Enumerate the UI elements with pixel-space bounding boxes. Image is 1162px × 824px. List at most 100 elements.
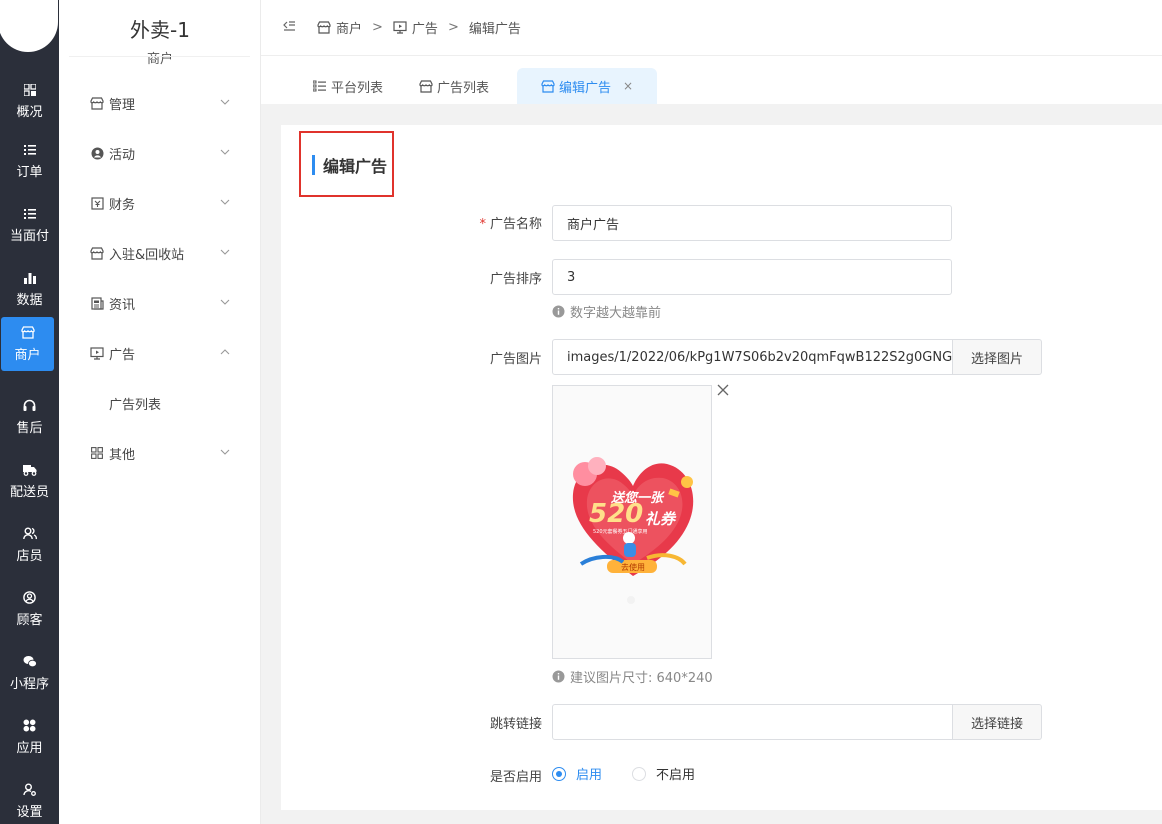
rail-item-face-pay[interactable]: 当面付 <box>0 198 59 252</box>
ad-order-input[interactable]: 3 <box>552 259 952 295</box>
rail-item-label: 当面付 <box>9 228 49 244</box>
tab-edit-ad[interactable]: 编辑广告 × <box>517 68 658 104</box>
sidebar-item-label: 管理 <box>109 97 136 113</box>
label-text: 广告名称 <box>489 217 542 232</box>
rail-item-overview[interactable]: 概况 <box>0 74 59 128</box>
radio-enabled[interactable]: 启用 <box>552 764 602 783</box>
sidebar-item-label: 入驻&回收站 <box>109 247 185 263</box>
rail-item-label: 店员 <box>16 548 43 564</box>
sidebar-item-other[interactable]: 其他 <box>59 438 261 468</box>
icon-rail: 概况 订单 当面付 数据 商户 售后 配送员 店员 顾客 小程序 应用 设置 <box>0 0 59 824</box>
remove-image-icon[interactable] <box>716 383 730 397</box>
users-icon <box>22 527 37 541</box>
rail-item-label: 数据 <box>16 292 43 308</box>
store-icon <box>20 326 35 340</box>
ad-order-label: 广告排序 <box>489 272 542 287</box>
rail-item-settings[interactable]: 设置 <box>0 774 59 824</box>
ad-order-hint: 数字越大越靠前 <box>552 302 661 321</box>
rail-item-courier[interactable]: 配送员 <box>0 454 59 508</box>
dashboard-grid-icon <box>23 83 37 97</box>
collapse-menu-icon[interactable] <box>281 18 297 34</box>
rail-item-orders[interactable]: 订单 <box>0 134 59 188</box>
sidebar-title: 外卖-1 <box>130 18 190 42</box>
ad-image-label: 广告图片 <box>489 352 542 367</box>
info-icon <box>552 670 565 683</box>
select-image-button[interactable]: 选择图片 <box>952 339 1042 375</box>
radio-disabled[interactable]: 不启用 <box>632 764 695 783</box>
chevron-down-icon <box>220 299 230 305</box>
monitor-icon <box>90 346 104 360</box>
rail-item-apps[interactable]: 应用 <box>0 710 59 764</box>
title-accent-bar <box>312 155 315 175</box>
breadcrumb-label: 广告 <box>411 22 438 37</box>
sidebar-item-manage[interactable]: 管理 <box>59 88 261 118</box>
ad-name-input[interactable]: 商户广告 <box>552 205 952 241</box>
jump-link-input[interactable] <box>552 704 953 740</box>
enabled-radio-group: 启用 不启用 <box>552 764 725 783</box>
tab-ad-list[interactable]: 广告列表 <box>419 68 489 104</box>
store-icon <box>90 96 104 110</box>
breadcrumb-label: 编辑广告 <box>468 22 521 37</box>
top-header: 商户 > 广告 > 编辑广告 <box>261 0 1162 56</box>
chevron-down-icon <box>220 99 230 105</box>
tab-label: 平台列表 <box>331 80 384 96</box>
ad-name-label: * 广告名称 <box>442 213 542 232</box>
radio-dot[interactable] <box>632 766 647 781</box>
enabled-label: 是否启用 <box>489 770 542 785</box>
select-link-button[interactable]: 选择链接 <box>952 704 1042 740</box>
rail-item-label: 小程序 <box>9 676 49 692</box>
tab-label: 编辑广告 <box>559 80 612 96</box>
radio-dot[interactable] <box>552 766 566 781</box>
sidebar-subtitle: 商户 <box>146 52 173 67</box>
ad-image-preview: 送您一张 520 礼券 520元套餐券五门通享用 去使用 <box>552 385 712 659</box>
rail-item-label: 配送员 <box>9 484 49 500</box>
finance-icon <box>90 196 104 210</box>
grid-icon <box>90 446 104 460</box>
headset-icon <box>23 399 37 413</box>
rail-item-customer[interactable]: 顾客 <box>0 582 59 636</box>
news-icon <box>90 296 104 310</box>
jump-link-label: 跳转链接 <box>489 717 542 732</box>
store-icon <box>541 79 555 93</box>
rail-item-staff[interactable]: 店员 <box>0 518 59 572</box>
sidebar-item-ads[interactable]: 广告 <box>59 338 261 368</box>
rail-item-data[interactable]: 数据 <box>0 262 59 316</box>
sidebar-item-settle-recycle[interactable]: 入驻&回收站 <box>59 238 261 268</box>
rail-item-after-sales[interactable]: 售后 <box>0 390 59 444</box>
sidebar-item-finance[interactable]: 财务 <box>59 188 261 218</box>
hint-text: 建议图片尺寸: 640*240 <box>570 671 713 686</box>
close-icon[interactable]: × <box>623 79 633 93</box>
sidebar-item-label: 资讯 <box>109 297 136 313</box>
sidebar-divider <box>69 56 250 57</box>
sidebar-item-activity[interactable]: 活动 <box>59 138 261 168</box>
logo <box>0 0 58 52</box>
tab-label: 广告列表 <box>437 80 490 96</box>
store-icon <box>90 246 104 260</box>
list-icon <box>23 143 37 157</box>
breadcrumb-edit-ad: 编辑广告 <box>469 18 521 37</box>
tabs-bar: 平台列表 广告列表 编辑广告 × <box>261 56 1162 104</box>
settings-user-icon <box>23 783 37 797</box>
rail-item-merchant[interactable]: 商户 <box>1 317 54 371</box>
user-circle-icon <box>90 146 104 160</box>
user-circle-icon <box>23 591 37 605</box>
ad-image-path-input[interactable]: images/1/2022/06/kPg1W7S06b2v20qmFqwB122… <box>552 339 953 375</box>
list-icon <box>313 79 327 93</box>
breadcrumb-merchant[interactable]: 商户 <box>317 18 362 37</box>
list-icon <box>23 207 37 221</box>
rail-item-miniprogram[interactable]: 小程序 <box>0 646 59 700</box>
banner-small-text: 520元套餐券五门通享用 <box>593 529 648 535</box>
sidebar-item-news[interactable]: 资讯 <box>59 288 261 318</box>
apps-icon <box>23 719 37 733</box>
banner-use-button: 去使用 <box>621 563 645 572</box>
sidebar-item-ad-list[interactable]: 广告列表 <box>59 388 261 418</box>
store-icon <box>317 21 332 35</box>
rail-item-label: 顾客 <box>16 612 43 628</box>
radio-label: 启用 <box>576 768 603 783</box>
banner-amount: 520 <box>589 499 644 529</box>
breadcrumb-ads[interactable]: 广告 <box>393 18 438 37</box>
rail-item-label: 售后 <box>16 420 43 436</box>
chevron-down-icon <box>220 149 230 155</box>
chevron-down-icon <box>220 249 230 255</box>
tab-platform-list[interactable]: 平台列表 <box>313 68 383 104</box>
